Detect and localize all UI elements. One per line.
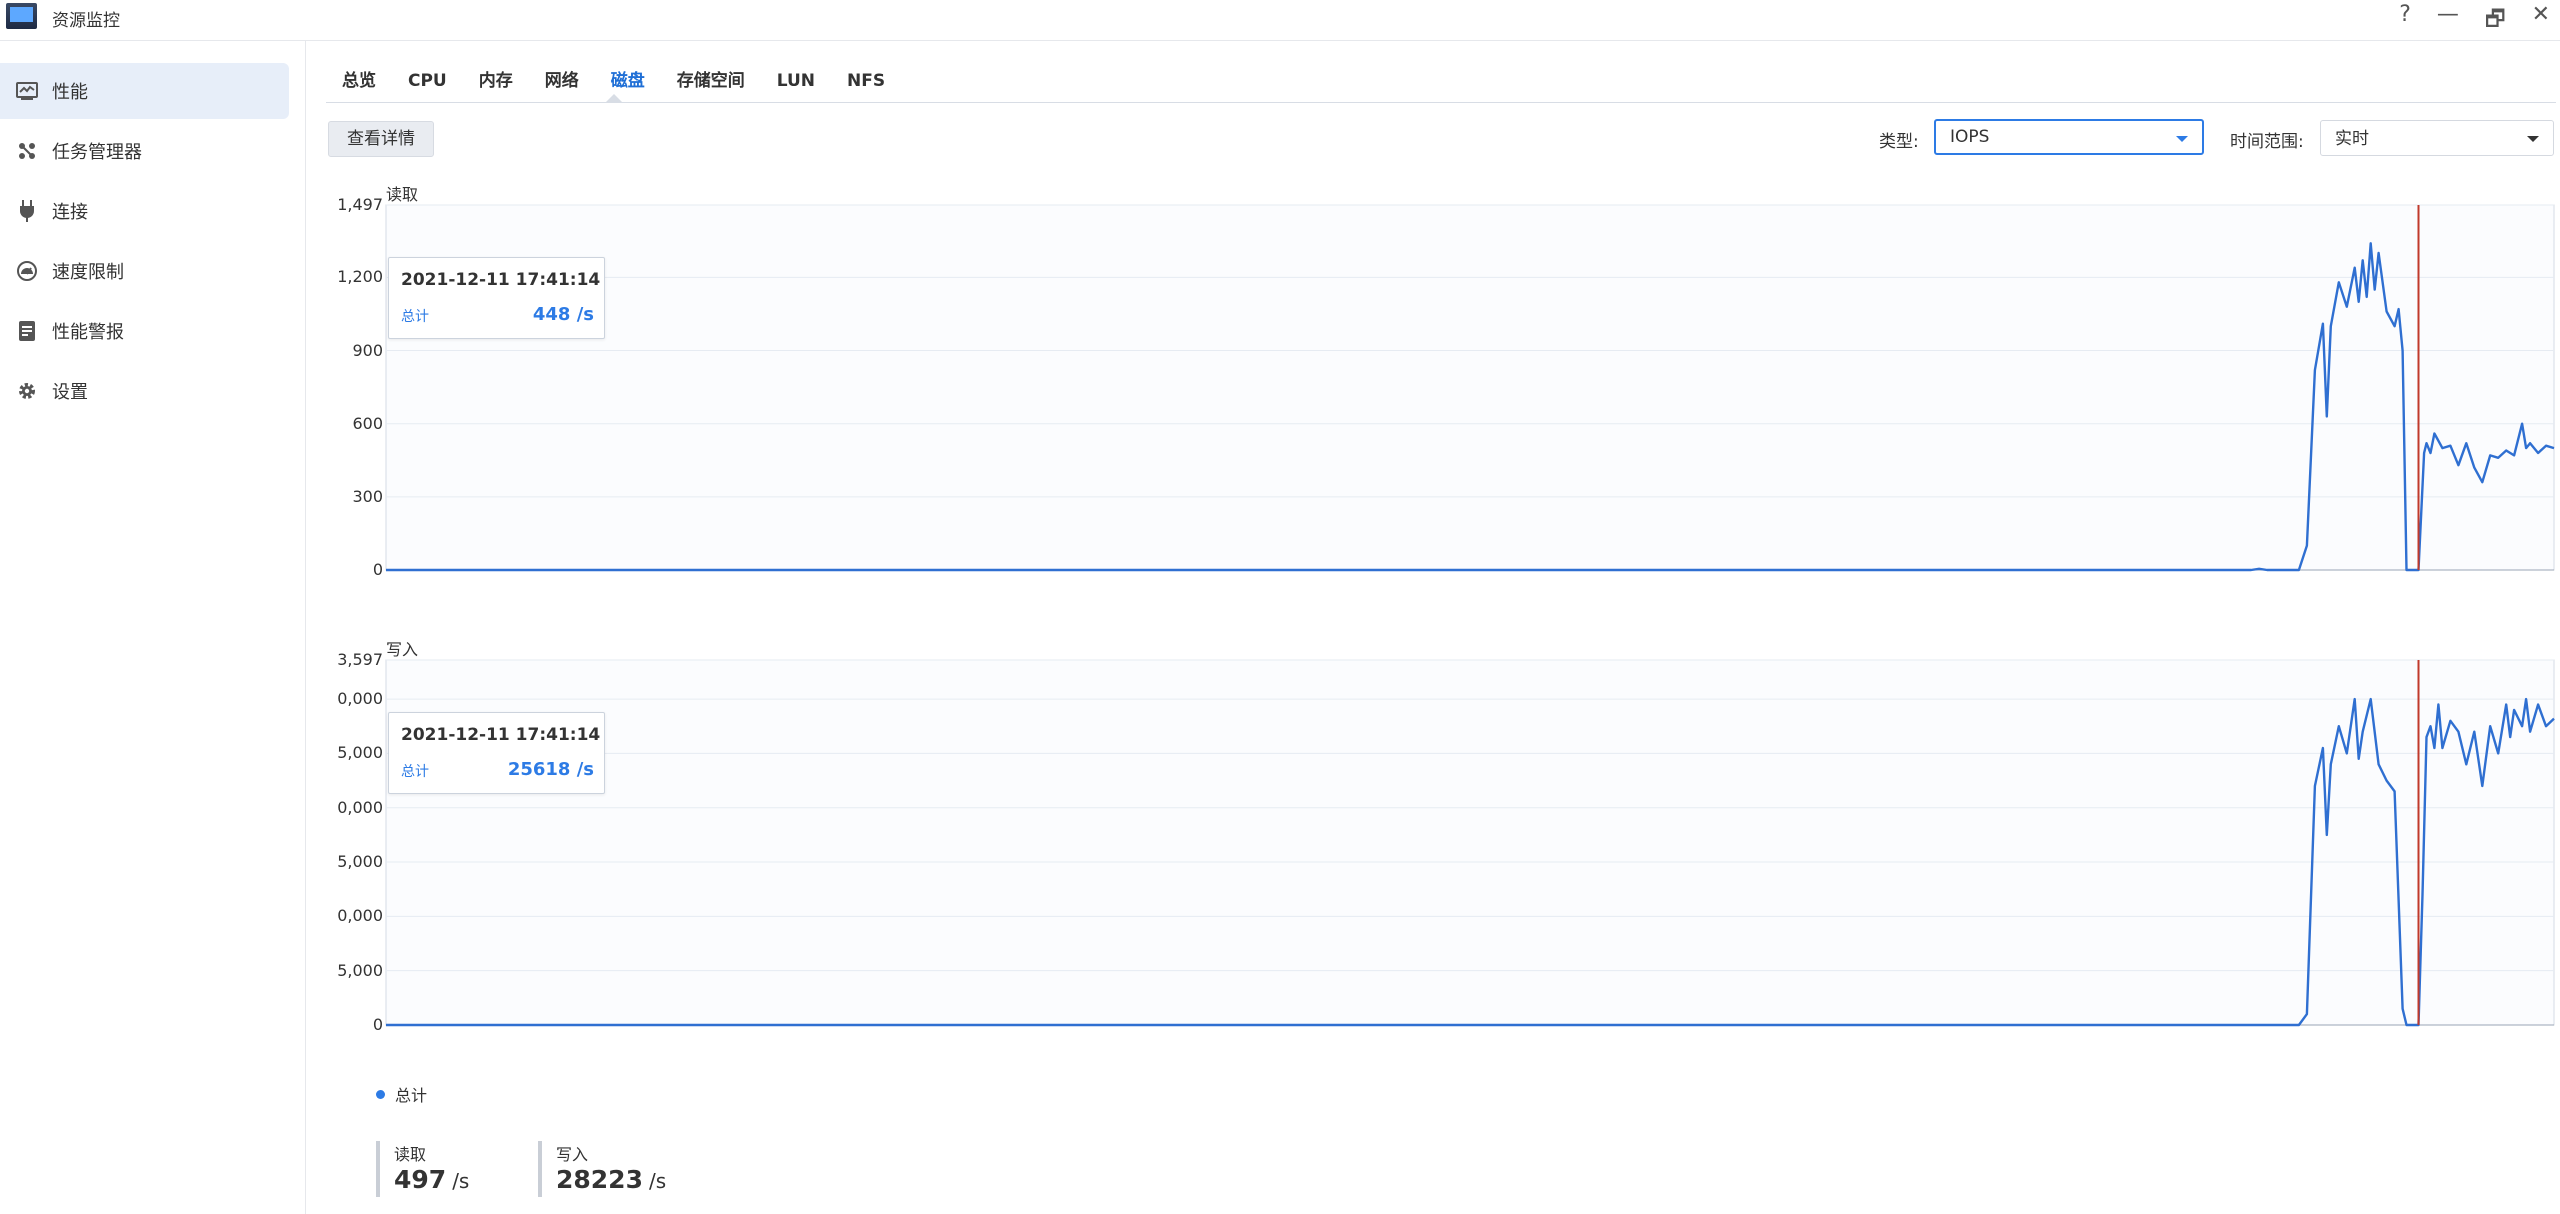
read-tooltip: 2021-12-11 17:41:14 总计 448 /s <box>388 257 605 339</box>
stat-value: 28223 <box>556 1165 643 1194</box>
tab-lun[interactable]: LUN <box>761 63 831 101</box>
time-range-select[interactable]: 实时 <box>2320 120 2554 156</box>
resource-monitor-app-icon <box>6 3 37 29</box>
stat-value: 497 <box>394 1165 447 1194</box>
write-plot-area[interactable] <box>306 636 2560 1056</box>
tab-overview[interactable]: 总览 <box>326 63 392 101</box>
chevron-down-icon <box>2176 136 2188 142</box>
sidebar-item-performance[interactable]: 性能 <box>0 63 289 119</box>
stat-unit: /s <box>452 1169 470 1193</box>
sidebar-item-label: 速度限制 <box>52 262 124 283</box>
tooltip-series-name: 总计 <box>401 764 429 780</box>
read-plot-area[interactable] <box>306 181 2560 601</box>
main-panel: 总览 CPU 内存 网络 磁盘 存储空间 LUN NFS 查看详情 类型: IO… <box>306 41 2560 1214</box>
alert-doc-icon <box>16 320 38 342</box>
view-details-button[interactable]: 查看详情 <box>328 121 434 157</box>
time-range-select-value: 实时 <box>2335 129 2369 149</box>
legend-marker <box>376 1089 385 1099</box>
time-range-label: 时间范围: <box>2230 132 2304 152</box>
sidebar-item-label: 任务管理器 <box>52 142 142 163</box>
write-tooltip: 2021-12-11 17:41:14 总计 25618 /s <box>388 712 605 794</box>
active-tab-indicator <box>606 94 622 102</box>
tab-memory[interactable]: 内存 <box>463 63 529 101</box>
plug-icon <box>16 200 38 222</box>
plot-background <box>385 204 2555 571</box>
legend-label: 总计 <box>395 1086 428 1105</box>
chart-legend[interactable]: 总计 <box>376 1082 427 1106</box>
window-titlebar: 资源监控 ? — 🗗 ✕ <box>0 0 2560 41</box>
sidebar: 性能 任务管理器 连接 速度限制 性能警报 设置 <box>0 41 306 1214</box>
sidebar-item-label: 设置 <box>52 382 88 403</box>
gear-icon <box>16 380 38 402</box>
sidebar-item-performance-alerts[interactable]: 性能警报 <box>0 303 289 359</box>
type-select[interactable]: IOPS <box>1934 119 2204 155</box>
sidebar-item-task-manager[interactable]: 任务管理器 <box>0 123 289 179</box>
type-select-value: IOPS <box>1950 127 1990 147</box>
tooltip-time: 2021-12-11 17:41:14 <box>401 725 601 745</box>
minimize-icon[interactable]: — <box>2437 2 2459 40</box>
sidebar-item-connections[interactable]: 连接 <box>0 183 289 239</box>
gauge-icon <box>16 260 38 282</box>
tooltip-series-name: 总计 <box>401 309 429 325</box>
tab-volume[interactable]: 存储空间 <box>661 63 761 101</box>
tab-disk[interactable]: 磁盘 <box>595 63 661 101</box>
window-title: 资源监控 <box>52 11 120 31</box>
sidebar-item-label: 连接 <box>52 202 88 223</box>
performance-icon <box>16 80 38 102</box>
window-controls: ? — 🗗 ✕ <box>2399 2 2550 40</box>
tooltip-value: 25618 /s <box>507 759 594 780</box>
sidebar-item-settings[interactable]: 设置 <box>0 363 289 419</box>
tooltip-time: 2021-12-11 17:41:14 <box>401 270 601 290</box>
chevron-down-icon <box>2527 136 2539 142</box>
help-icon[interactable]: ? <box>2399 2 2411 40</box>
type-label: 类型: <box>1879 132 1919 152</box>
read-stat: 读取 497/s <box>376 1141 469 1197</box>
close-icon[interactable]: ✕ <box>2532 2 2550 40</box>
tooltip-value: 448 /s <box>532 304 594 325</box>
restore-icon[interactable]: 🗗 <box>2485 2 2506 40</box>
tab-network[interactable]: 网络 <box>529 63 595 101</box>
sidebar-item-label: 性能警报 <box>52 322 124 343</box>
write-stat: 写入 28223/s <box>538 1141 666 1197</box>
stat-label: 写入 <box>556 1145 589 1164</box>
write-iops-chart: 写入 0 5,000 0,000 5,000 0,000 5,000 0,000 3,597 … <box>306 636 2560 1056</box>
tab-cpu[interactable]: CPU <box>392 63 463 101</box>
tab-divider <box>326 102 2556 103</box>
tab-nfs[interactable]: NFS <box>831 63 901 101</box>
read-iops-chart: 读取 0 300 600 900 1,200 1,497 2021-12-11 17:41… <box>306 181 2560 601</box>
sidebar-item-speed-limit[interactable]: 速度限制 <box>0 243 289 299</box>
stat-unit: /s <box>648 1169 667 1193</box>
task-manager-icon <box>16 140 38 162</box>
sidebar-item-label: 性能 <box>52 82 88 103</box>
stat-label: 读取 <box>394 1145 427 1164</box>
